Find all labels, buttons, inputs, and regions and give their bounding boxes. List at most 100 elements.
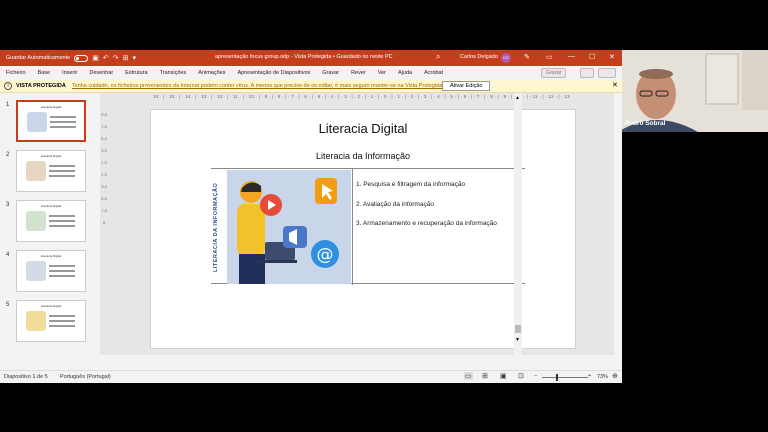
slide-counter: Diapositivo 1 de 5 bbox=[4, 374, 48, 380]
vertical-ruler: 9 8 7 6 5 4 3 2 1 0 1 2 3 4 5 6 7 8 9 bbox=[101, 112, 107, 225]
enable-editing-button[interactable]: Ativar Edição bbox=[442, 81, 491, 91]
slide-thumbnail[interactable]: Literacia Digital bbox=[16, 100, 86, 142]
language-indicator[interactable]: Português (Portugal) bbox=[60, 374, 111, 380]
customize-qat-icon[interactable]: ▾ bbox=[132, 54, 136, 62]
thumbnail-line bbox=[49, 325, 75, 327]
bullet-item: 1. Pesquisa e filtragem da informação bbox=[356, 181, 466, 188]
tab-estrutura[interactable]: Estrutura bbox=[125, 70, 147, 76]
thumbnail-line bbox=[49, 220, 75, 222]
save-icon[interactable]: ▣ bbox=[92, 54, 99, 62]
title-bar: Guardar Automaticamente ▣ ↶ ↷ ⊞ ▾ aprese… bbox=[0, 50, 622, 66]
tab-apresentacao[interactable]: Apresentação de Diapositivos bbox=[238, 70, 311, 76]
thumbnail-row[interactable]: 5 Literacia Digital bbox=[0, 300, 98, 344]
slide-thumbnail[interactable]: Literacia Digital bbox=[16, 200, 86, 242]
thumbnail-number: 3 bbox=[6, 202, 10, 208]
thumbnail-line bbox=[49, 170, 75, 172]
zoom-in-icon[interactable]: + bbox=[588, 373, 591, 379]
scroll-down-icon[interactable]: ▼ bbox=[515, 337, 520, 343]
tab-desenhar[interactable]: Desenhar bbox=[89, 70, 113, 76]
slide-thumbnails-pane: 1 Literacia Digital 2 Literacia Digital bbox=[0, 93, 98, 373]
protected-view-message[interactable]: Tenha cuidado, os ficheiros provenientes… bbox=[72, 83, 444, 89]
thumbnail-row[interactable]: 3 Literacia Digital bbox=[0, 200, 98, 244]
thumbnail-image bbox=[26, 311, 46, 331]
thumbnail-image bbox=[26, 261, 46, 281]
slide-sorter-icon[interactable]: ⊞ bbox=[482, 372, 488, 380]
slide-editor: · 16 · | · 15 · | · 14 · | · 13 · | · 12… bbox=[100, 93, 614, 355]
slide-subtitle[interactable]: Literacia da Informação bbox=[151, 151, 575, 161]
thumbnail-title: Literacia Digital bbox=[40, 304, 62, 308]
share-icon[interactable] bbox=[598, 68, 616, 78]
powerpoint-window: Guardar Automaticamente ▣ ↶ ↷ ⊞ ▾ aprese… bbox=[0, 50, 622, 383]
close-window-icon[interactable]: ✕ bbox=[609, 53, 615, 61]
person-legs bbox=[239, 254, 265, 284]
thumbnail-line bbox=[49, 320, 75, 322]
tab-acrobat[interactable]: Acrobat bbox=[424, 70, 443, 76]
content-table[interactable]: LITERACIA DA INFORMAÇÃO @ 1. Pesquisa e … bbox=[211, 168, 525, 285]
thumbnail-image bbox=[26, 211, 46, 231]
tab-ver[interactable]: Ver bbox=[378, 70, 386, 76]
protected-view-bar: i VISTA PROTEGIDA Tenha cuidado, os fich… bbox=[0, 80, 622, 93]
status-bar: Diapositivo 1 de 5 Português (Portugal) … bbox=[0, 370, 622, 383]
thumbnail-line bbox=[49, 165, 75, 167]
thumbnail-line bbox=[49, 175, 75, 177]
present-icon[interactable]: ⊞ bbox=[123, 54, 129, 62]
thumbnail-image bbox=[26, 161, 46, 181]
record-button[interactable]: Gravar bbox=[541, 68, 567, 78]
document-title: apresentação focus group.odp - Vista Pro… bbox=[215, 54, 393, 60]
redo-icon[interactable]: ↷ bbox=[113, 54, 119, 62]
maximize-icon[interactable]: ☐ bbox=[589, 53, 595, 61]
vertical-scrollbar[interactable]: ▲ ▼ bbox=[514, 93, 522, 355]
tab-ficheiro[interactable]: Ficheiro bbox=[6, 70, 26, 76]
digital-literacy-illustration[interactable]: @ bbox=[227, 170, 351, 284]
thumbnail-title: Literacia Digital bbox=[40, 154, 62, 158]
thumbnail-line bbox=[49, 270, 75, 272]
thumbnail-line bbox=[50, 126, 76, 128]
fit-slide-icon[interactable]: ⊕ bbox=[612, 372, 618, 380]
thumbnail-line bbox=[50, 121, 76, 123]
thumbnail-row[interactable]: 2 Literacia Digital bbox=[0, 150, 98, 194]
scroll-up-icon[interactable]: ▲ bbox=[515, 95, 520, 101]
slide-thumbnail[interactable]: Literacia Digital bbox=[16, 250, 86, 292]
autosave-toggle[interactable] bbox=[74, 54, 89, 62]
thumbnail-row[interactable]: 1 Literacia Digital bbox=[0, 100, 98, 144]
table-divider bbox=[352, 169, 353, 285]
zoom-level[interactable]: 73% bbox=[597, 374, 608, 380]
thumbnail-number: 1 bbox=[6, 102, 10, 108]
tab-ajuda[interactable]: Ajuda bbox=[398, 70, 412, 76]
zoom-slider[interactable] bbox=[542, 377, 588, 378]
undo-icon[interactable]: ↶ bbox=[103, 54, 109, 62]
zoom-slider-thumb[interactable] bbox=[556, 374, 558, 381]
avatar[interactable]: CD bbox=[501, 53, 511, 63]
bullet-list[interactable]: 1. Pesquisa e filtragem da informação 2.… bbox=[356, 175, 497, 234]
tab-inserir[interactable]: Inserir bbox=[62, 70, 77, 76]
slide-thumbnail[interactable]: Literacia Digital bbox=[16, 150, 86, 192]
thumbnail-row[interactable]: 4 Literacia Digital bbox=[0, 250, 98, 294]
tab-transicoes[interactable]: Transições bbox=[160, 70, 187, 76]
minimize-icon[interactable]: — bbox=[568, 53, 575, 60]
thumbnail-line bbox=[49, 275, 75, 277]
comments-icon[interactable] bbox=[580, 68, 594, 78]
ribbon-tabs: Ficheiro Base Inserir Desenhar Estrutura… bbox=[0, 66, 622, 80]
zoom-out-icon[interactable]: − bbox=[534, 373, 537, 379]
tab-base[interactable]: Base bbox=[38, 70, 51, 76]
user-name[interactable]: Carlos Delgado bbox=[460, 54, 498, 60]
horizontal-scrollbar[interactable] bbox=[100, 355, 614, 363]
thumbnail-number: 2 bbox=[6, 152, 10, 158]
vertical-section-label: LITERACIA DA INFORMAÇÃO bbox=[213, 182, 219, 272]
slide-thumbnail[interactable]: Literacia Digital bbox=[16, 300, 86, 342]
scroll-thumb[interactable] bbox=[515, 325, 521, 333]
tab-animacoes[interactable]: Animações bbox=[198, 70, 225, 76]
thumbnail-image bbox=[27, 112, 47, 132]
slideshow-icon[interactable]: ⊡ bbox=[518, 372, 524, 380]
ribbon-display-icon[interactable]: ▭ bbox=[546, 53, 553, 61]
close-icon[interactable]: ✕ bbox=[612, 81, 618, 89]
slide-title[interactable]: Literacia Digital bbox=[151, 121, 575, 136]
slide-canvas[interactable]: Literacia Digital Literacia da Informaçã… bbox=[150, 109, 576, 349]
reading-view-icon[interactable]: ▣ bbox=[500, 372, 507, 380]
pen-icon[interactable]: ✎ bbox=[524, 53, 530, 61]
tab-gravar[interactable]: Gravar bbox=[322, 70, 339, 76]
normal-view-icon[interactable]: ▭ bbox=[464, 372, 473, 380]
thumbnail-line bbox=[49, 215, 75, 217]
search-icon[interactable]: ⌕ bbox=[436, 52, 440, 62]
tab-rever[interactable]: Rever bbox=[351, 70, 366, 76]
